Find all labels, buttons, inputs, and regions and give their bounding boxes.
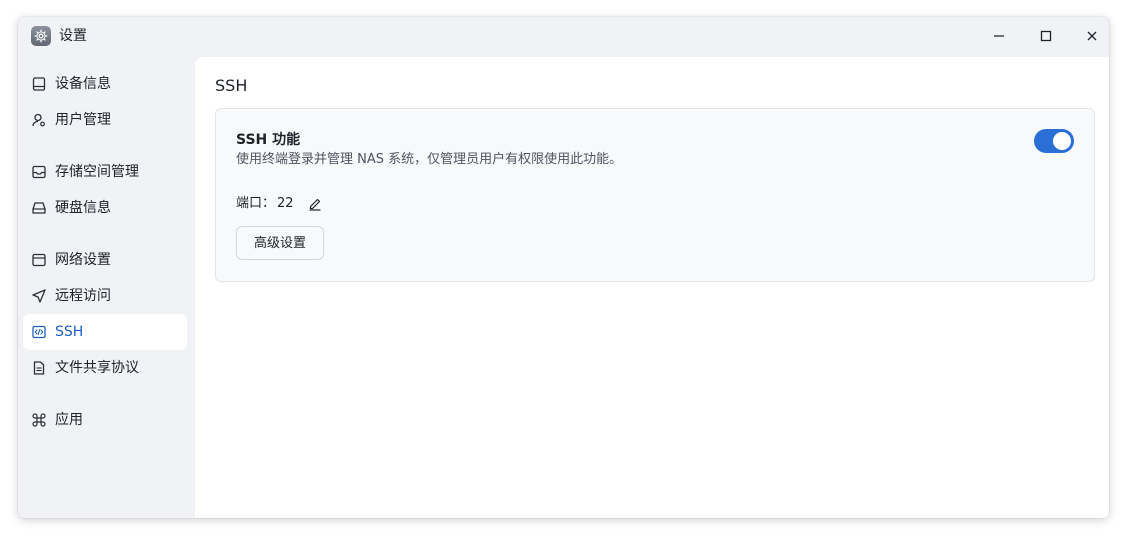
document-icon [33, 361, 45, 375]
port-row: 端口： 22 [236, 195, 322, 213]
network-icon [32, 253, 46, 267]
maximize-button[interactable] [1035, 25, 1057, 47]
sidebar-item-ssh[interactable]: SSH [23, 314, 187, 350]
window-title: 设置 [59, 28, 87, 44]
toggle-knob [1053, 132, 1071, 150]
port-value: 22 [277, 196, 294, 211]
settings-window: 设置 设备信息 用户管理 存储空间管理 硬盘信息 网络设置 远程访问 SSH 文… [18, 17, 1109, 518]
sidebar-item-label: 硬盘信息 [55, 200, 111, 216]
sidebar-item-label: 网络设置 [55, 252, 111, 268]
advanced-settings-button[interactable]: 高级设置 [236, 226, 324, 260]
sidebar-item-device-info[interactable]: 设备信息 [23, 66, 187, 102]
sidebar-item-apps[interactable]: 应用 [23, 402, 187, 438]
ssh-card: SSH 功能 使用终端登录并管理 NAS 系统，仅管理员用户有权限使用此功能。 … [215, 108, 1095, 282]
sidebar-item-file-sharing[interactable]: 文件共享协议 [23, 350, 187, 386]
send-icon [32, 289, 46, 303]
title-bar: 设置 [18, 17, 1109, 57]
main-content: SSH SSH 功能 使用终端登录并管理 NAS 系统，仅管理员用户有权限使用此… [195, 57, 1109, 518]
sidebar-item-disk-info[interactable]: 硬盘信息 [23, 190, 187, 226]
pencil-icon [309, 198, 321, 211]
ssh-toggle[interactable] [1034, 129, 1074, 153]
sidebar-item-label: 用户管理 [55, 112, 111, 128]
card-description: 使用终端登录并管理 NAS 系统，仅管理员用户有权限使用此功能。 [236, 152, 623, 167]
device-icon [32, 77, 46, 91]
sidebar-item-remote-access[interactable]: 远程访问 [23, 278, 187, 314]
storage-icon [32, 165, 46, 179]
gear-icon [31, 26, 51, 46]
card-title: SSH 功能 [236, 132, 301, 148]
code-icon [32, 325, 46, 339]
sidebar-item-network[interactable]: 网络设置 [23, 242, 187, 278]
sidebar-item-label: 存储空间管理 [55, 164, 139, 180]
disk-icon [32, 202, 46, 214]
sidebar-item-label: 应用 [55, 412, 83, 428]
sidebar-item-user-management[interactable]: 用户管理 [23, 102, 187, 138]
minimize-button[interactable] [988, 25, 1010, 47]
port-label: 端口： [236, 196, 276, 211]
close-icon [1087, 31, 1097, 41]
sidebar-item-label: 设备信息 [55, 76, 111, 92]
page-title: SSH [215, 76, 248, 95]
minimize-icon [994, 35, 1004, 37]
maximize-icon [1040, 30, 1052, 42]
close-button[interactable] [1081, 25, 1103, 47]
edit-port-button[interactable] [308, 197, 322, 211]
command-icon [32, 413, 46, 427]
sidebar: 设备信息 用户管理 存储空间管理 硬盘信息 网络设置 远程访问 SSH 文件共享… [18, 57, 195, 518]
sidebar-item-label: 远程访问 [55, 288, 111, 304]
sidebar-item-storage[interactable]: 存储空间管理 [23, 154, 187, 190]
sidebar-item-label: SSH [55, 324, 84, 340]
sidebar-item-label: 文件共享协议 [55, 360, 139, 376]
user-gear-icon [32, 113, 45, 127]
